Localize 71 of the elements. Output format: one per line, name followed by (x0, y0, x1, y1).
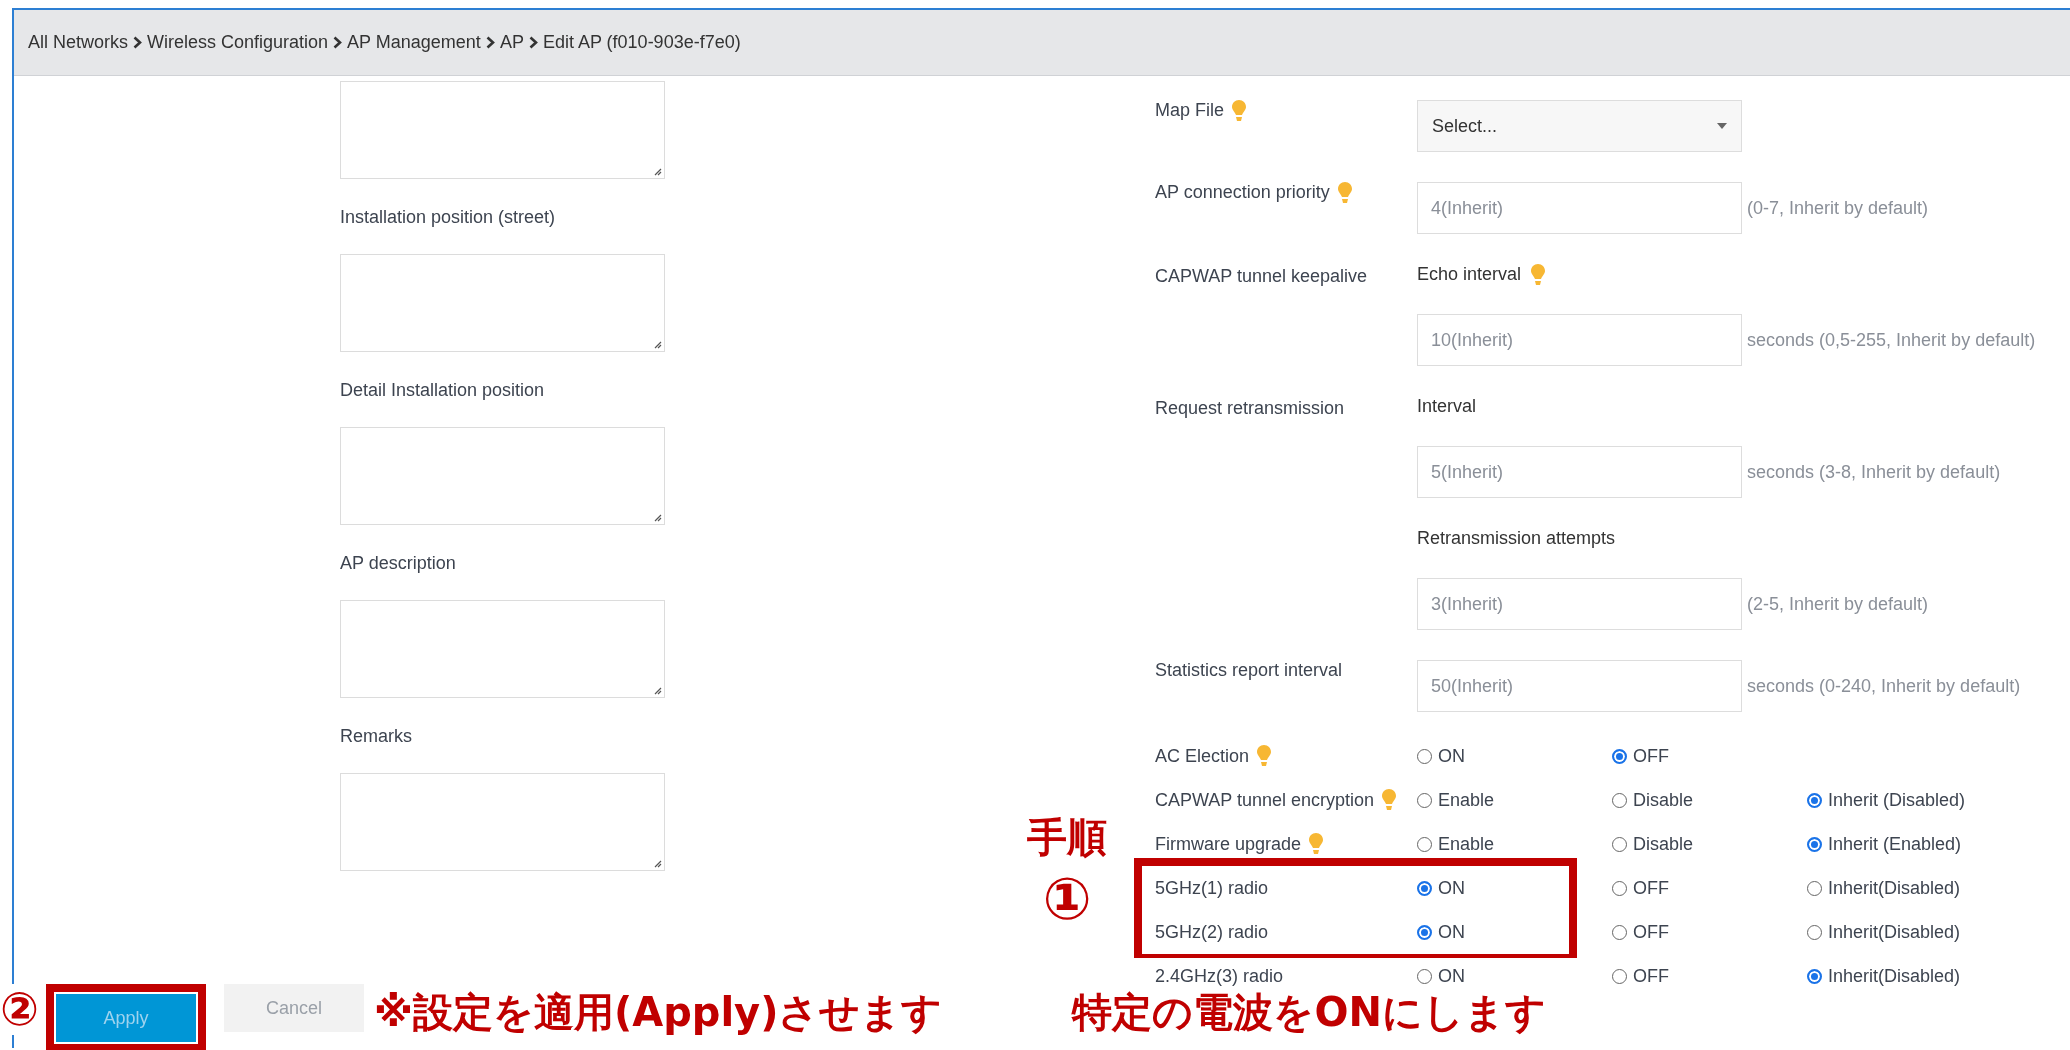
field-label: CAPWAP tunnel encryption (1155, 789, 1375, 811)
radio-button[interactable] (1417, 880, 1432, 896)
breadcrumb-link[interactable]: Wireless Configuration (147, 32, 329, 53)
hint-text: seconds (3-8, Inherit by default) (1746, 461, 2001, 483)
resize-grip-icon[interactable] (652, 166, 662, 176)
annotation-caption: ※設定を適用(Apply)させます (374, 988, 943, 1036)
breadcrumb-link[interactable]: AP (499, 32, 524, 53)
input-field[interactable]: 4(Inherit) (1417, 182, 1742, 234)
sub-label: Interval (1417, 396, 1477, 417)
hint-text: seconds (0,5-255, Inherit by default) (1746, 329, 2036, 351)
radio-label[interactable]: ON (1438, 877, 1465, 899)
field-label: Installation position (street) (340, 207, 557, 228)
radio-label[interactable]: OFF (1633, 745, 1669, 767)
field-label: Statistics report interval (1155, 660, 1343, 681)
step-number: ① (1042, 865, 1092, 935)
radio-label[interactable]: Enable (1438, 789, 1495, 811)
radio-label[interactable]: Disable (1633, 833, 1694, 855)
chevron-icon (133, 36, 143, 49)
input-field[interactable]: 50(Inherit) (1417, 660, 1742, 712)
radio-label[interactable]: Inherit(Disabled) (1828, 921, 1961, 943)
field-label: CAPWAP tunnel keepalive (1155, 266, 1368, 287)
breadcrumb-link[interactable]: Edit AP (f010-903e-f7e0) (542, 32, 741, 53)
radio-label[interactable]: Inherit(Disabled) (1828, 877, 1961, 899)
map-file-dropdown[interactable]: Select... (1417, 100, 1742, 152)
field-label: Remarks (340, 726, 413, 747)
chevron-icon (485, 36, 495, 49)
input-field[interactable]: 5(Inherit) (1417, 446, 1742, 498)
resize-grip-icon[interactable] (652, 858, 662, 868)
field-label: Detail Installation position (340, 380, 546, 401)
radio-button[interactable] (1417, 924, 1432, 940)
resize-grip-icon[interactable] (652, 339, 662, 349)
radio-button[interactable] (1807, 792, 1822, 808)
hint-text: (2-5, Inherit by default) (1746, 593, 1929, 615)
chevron-icon (528, 36, 538, 49)
resize-grip-icon[interactable] (652, 685, 662, 695)
field-label: Map File (1155, 100, 1225, 121)
radio-label[interactable]: OFF (1633, 877, 1669, 899)
step-heading: 手順 (1027, 813, 1107, 862)
radio-button[interactable] (1807, 968, 1822, 984)
field-label: AP description (340, 553, 457, 574)
radio-button[interactable] (1612, 748, 1627, 764)
field-label: Firmware upgrade (1155, 833, 1302, 855)
field-label: AC Election (1155, 745, 1250, 767)
sub-label: Retransmission attempts (1417, 528, 1616, 549)
dropdown-caret-icon[interactable] (1717, 123, 1727, 129)
breadcrumb-link[interactable]: All Networks (28, 32, 129, 53)
hint-text: (0-7, Inherit by default) (1746, 197, 1929, 219)
radio-button[interactable] (1807, 836, 1822, 852)
annotation-caption: 特定の電波をONにします (1072, 988, 1546, 1036)
input-field[interactable]: 3(Inherit) (1417, 578, 1742, 630)
sub-label: Echo interval (1417, 264, 1522, 285)
input-field[interactable]: 10(Inherit) (1417, 314, 1742, 366)
field-label: AP connection priority (1155, 182, 1330, 203)
resize-grip-icon[interactable] (652, 512, 662, 522)
hint-text: seconds (0-240, Inherit by default) (1746, 675, 2021, 697)
radio-label[interactable]: Inherit(Disabled) (1828, 965, 1961, 987)
radio-label[interactable]: Inherit (Disabled) (1828, 789, 1966, 811)
breadcrumb-link[interactable]: AP Management (347, 32, 481, 53)
field-label: 2.4GHz(3) radio (1155, 965, 1284, 987)
radio-label[interactable]: OFF (1633, 965, 1669, 987)
radio-label[interactable]: Enable (1438, 833, 1495, 855)
radio-label[interactable]: ON (1438, 965, 1465, 987)
field-label: 5GHz(1) radio (1155, 877, 1269, 899)
radio-label[interactable]: ON (1438, 921, 1465, 943)
field-label: Request retransmission (1155, 398, 1345, 419)
radio-label[interactable]: Inherit (Enabled) (1828, 833, 1962, 855)
field-label: 5GHz(2) radio (1155, 921, 1269, 943)
radio-label[interactable]: Disable (1633, 789, 1694, 811)
radio-label[interactable]: ON (1438, 745, 1465, 767)
radio-label[interactable]: OFF (1633, 921, 1669, 943)
chevron-icon (333, 36, 343, 49)
